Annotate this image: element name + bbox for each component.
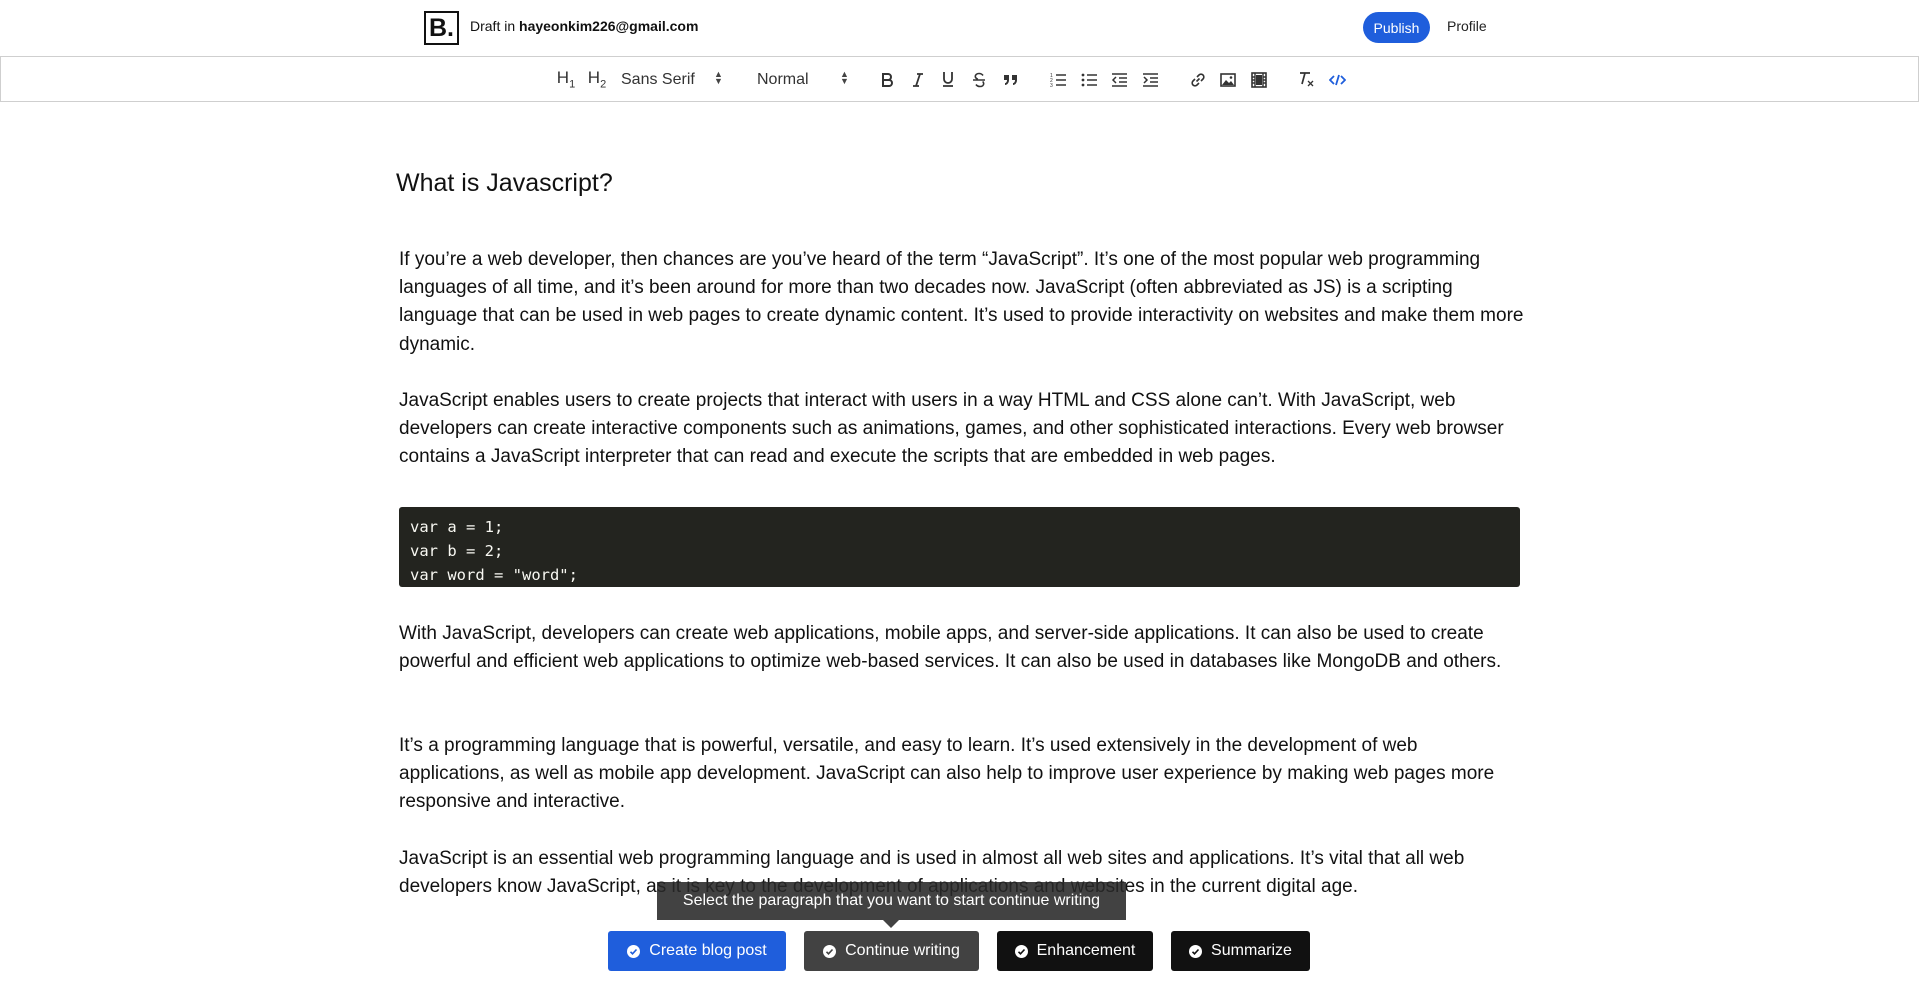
link-icon: [1191, 72, 1205, 87]
heading-1-button[interactable]: H1: [553, 57, 579, 102]
italic-icon: [913, 72, 923, 87]
underline-button[interactable]: [936, 57, 960, 102]
draft-account: hayeonkim226@gmail.com: [519, 18, 699, 34]
indent-button[interactable]: [1138, 57, 1162, 102]
italic-button[interactable]: [906, 57, 930, 102]
check-circle-icon: [1189, 944, 1203, 958]
outdent-icon: [1111, 72, 1127, 87]
heading-2-label: H2: [587, 68, 607, 91]
bullet-list-button[interactable]: [1077, 57, 1101, 102]
summarize-label: Summarize: [1211, 942, 1292, 959]
outdent-button[interactable]: [1107, 57, 1131, 102]
bold-button[interactable]: [875, 57, 899, 102]
check-circle-icon: [627, 944, 641, 958]
ordered-list-icon: 123: [1050, 73, 1066, 88]
select-caret-icon: ▲ ▼: [840, 69, 849, 86]
continue-writing-button[interactable]: Continue writing: [804, 931, 979, 971]
ordered-list-button[interactable]: 123: [1046, 57, 1070, 102]
underline-icon: [943, 72, 953, 87]
paragraph-2[interactable]: JavaScript enables users to create proje…: [399, 387, 1524, 472]
code-line: var b = 2;: [410, 542, 504, 560]
create-blog-post-button[interactable]: Create blog post: [608, 931, 786, 971]
code-block-icon: [1328, 74, 1346, 85]
tooltip-text: Select the paragraph that you want to st…: [682, 892, 1101, 909]
code-block-button[interactable]: [1325, 57, 1349, 102]
bold-icon: [882, 72, 893, 87]
heading-1-label: H1: [556, 68, 576, 91]
publish-button[interactable]: Publish: [1363, 12, 1430, 43]
tooltip-arrow: [883, 920, 899, 928]
continue-writing-label: Continue writing: [845, 942, 960, 959]
editor-toolbar: H1 H2 Sans Serif ▲ ▼ Normal ▲ ▼ 123: [0, 57, 1919, 102]
code-block[interactable]: var a = 1; var b = 2; var word = "word";: [399, 507, 1520, 587]
link-button[interactable]: [1186, 57, 1210, 102]
brand-logo[interactable]: B.: [424, 11, 459, 45]
blockquote-button[interactable]: [998, 57, 1022, 102]
select-caret-icon: ▲ ▼: [714, 69, 723, 86]
clear-format-button[interactable]: [1294, 57, 1318, 102]
summarize-button[interactable]: Summarize: [1171, 931, 1310, 971]
font-family-select[interactable]: Sans Serif ▲ ▼: [621, 57, 726, 102]
check-circle-icon: [1014, 944, 1028, 958]
enhancement-button[interactable]: Enhancement: [997, 931, 1153, 971]
blockquote-icon: [1003, 74, 1017, 85]
font-family-value: Sans Serif: [621, 70, 695, 88]
svg-text:3: 3: [1050, 83, 1053, 88]
bullet-list-icon: [1081, 73, 1097, 86]
font-size-value: Normal: [757, 70, 809, 88]
paragraph-1[interactable]: If you’re a web developer, then chances …: [399, 246, 1524, 359]
heading-2-button[interactable]: H2: [584, 57, 610, 102]
video-icon: [1251, 71, 1267, 88]
font-size-select[interactable]: Normal ▲ ▼: [757, 57, 853, 102]
image-icon: [1220, 72, 1236, 87]
check-circle-icon: [823, 944, 837, 958]
image-button[interactable]: [1216, 57, 1240, 102]
code-line: var word = "word";: [410, 566, 578, 584]
profile-link[interactable]: Profile: [1447, 18, 1487, 34]
strikethrough-button[interactable]: [967, 57, 991, 102]
clear-format-icon: [1299, 72, 1313, 87]
draft-info: Draft in hayeonkim226@gmail.com: [470, 18, 698, 34]
paragraph-4[interactable]: It’s a programming language that is powe…: [399, 732, 1524, 817]
code-line: var a = 1;: [410, 518, 504, 536]
enhancement-label: Enhancement: [1036, 942, 1136, 959]
top-bar: B. Draft in hayeonkim226@gmail.com Publi…: [0, 0, 1919, 57]
video-button[interactable]: [1247, 57, 1271, 102]
strikethrough-icon: [973, 72, 985, 87]
draft-prefix: Draft in: [470, 18, 516, 34]
document-title[interactable]: What is Javascript?: [396, 169, 613, 198]
indent-icon: [1142, 72, 1158, 87]
paragraph-3[interactable]: With JavaScript, developers can create w…: [399, 620, 1524, 676]
continue-writing-tooltip: Select the paragraph that you want to st…: [657, 882, 1126, 920]
create-blog-post-label: Create blog post: [649, 942, 767, 959]
